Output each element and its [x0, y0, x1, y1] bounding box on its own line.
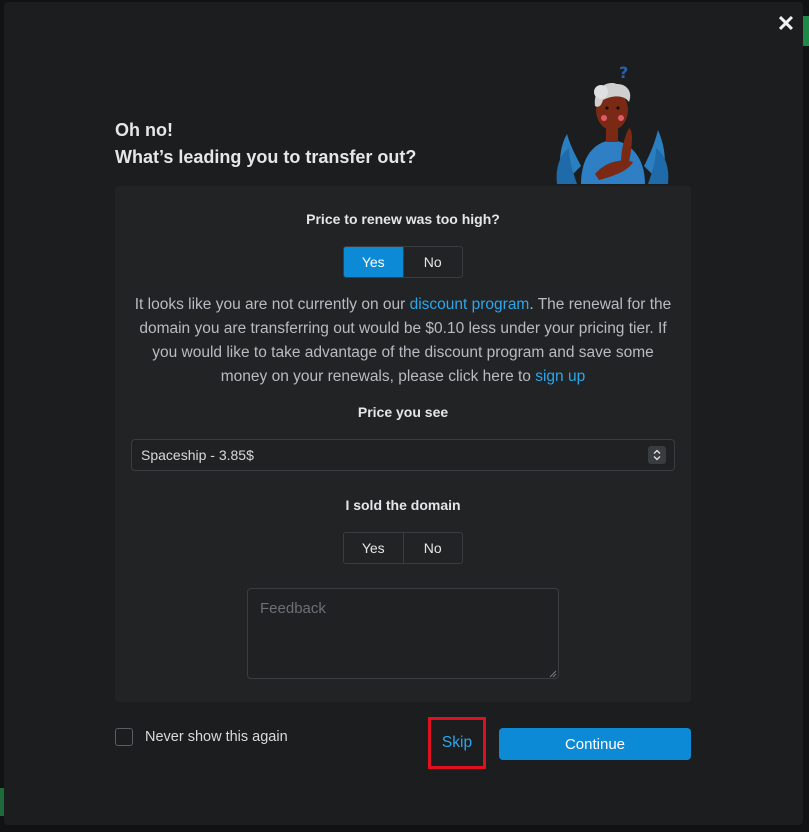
never-show-checkbox[interactable] [115, 728, 133, 746]
sold-toggle-group: Yes No [343, 532, 463, 564]
price-toggle-group: Yes No [343, 246, 463, 278]
close-icon[interactable]: ✕ [774, 12, 798, 36]
background-accent [803, 16, 809, 46]
survey-panel: Price to renew was too high? Yes No It l… [115, 186, 691, 702]
never-show-again-row[interactable]: Never show this again [115, 728, 288, 746]
discount-program-link[interactable]: discount program [410, 296, 530, 313]
sign-up-link[interactable]: sign up [535, 368, 585, 385]
question-price-title: Price to renew was too high? [306, 211, 500, 227]
price-select-value: Spaceship - 3.85$ [141, 447, 254, 463]
price-select-label: Price you see [357, 404, 449, 420]
thinking-person-illustration: ? [556, 63, 669, 184]
price-no-option[interactable]: No [402, 247, 463, 277]
heading-line-2: What’s leading you to transfer out? [115, 147, 417, 167]
spinner-arrows-icon [648, 446, 666, 464]
heading-line-1: Oh no! [115, 120, 173, 140]
feedback-textarea[interactable] [247, 588, 559, 679]
price-yes-option[interactable]: Yes [344, 247, 403, 277]
info-text-part1: It looks like you are not currently on o… [134, 296, 410, 313]
never-show-label: Never show this again [145, 729, 288, 745]
sold-no-option[interactable]: No [402, 533, 463, 563]
discount-info-text: It looks like you are not currently on o… [129, 293, 677, 389]
skip-button[interactable]: Skip [428, 717, 486, 769]
continue-button[interactable]: Continue [499, 728, 691, 760]
price-select[interactable]: Spaceship - 3.85$ [131, 439, 675, 471]
question-sold-title: I sold the domain [345, 497, 461, 513]
dialog-heading: Oh no! What’s leading you to transfer ou… [115, 117, 416, 171]
svg-text:?: ? [619, 63, 628, 82]
resize-grip-icon[interactable] [548, 669, 557, 678]
sold-yes-option[interactable]: Yes [344, 533, 403, 563]
